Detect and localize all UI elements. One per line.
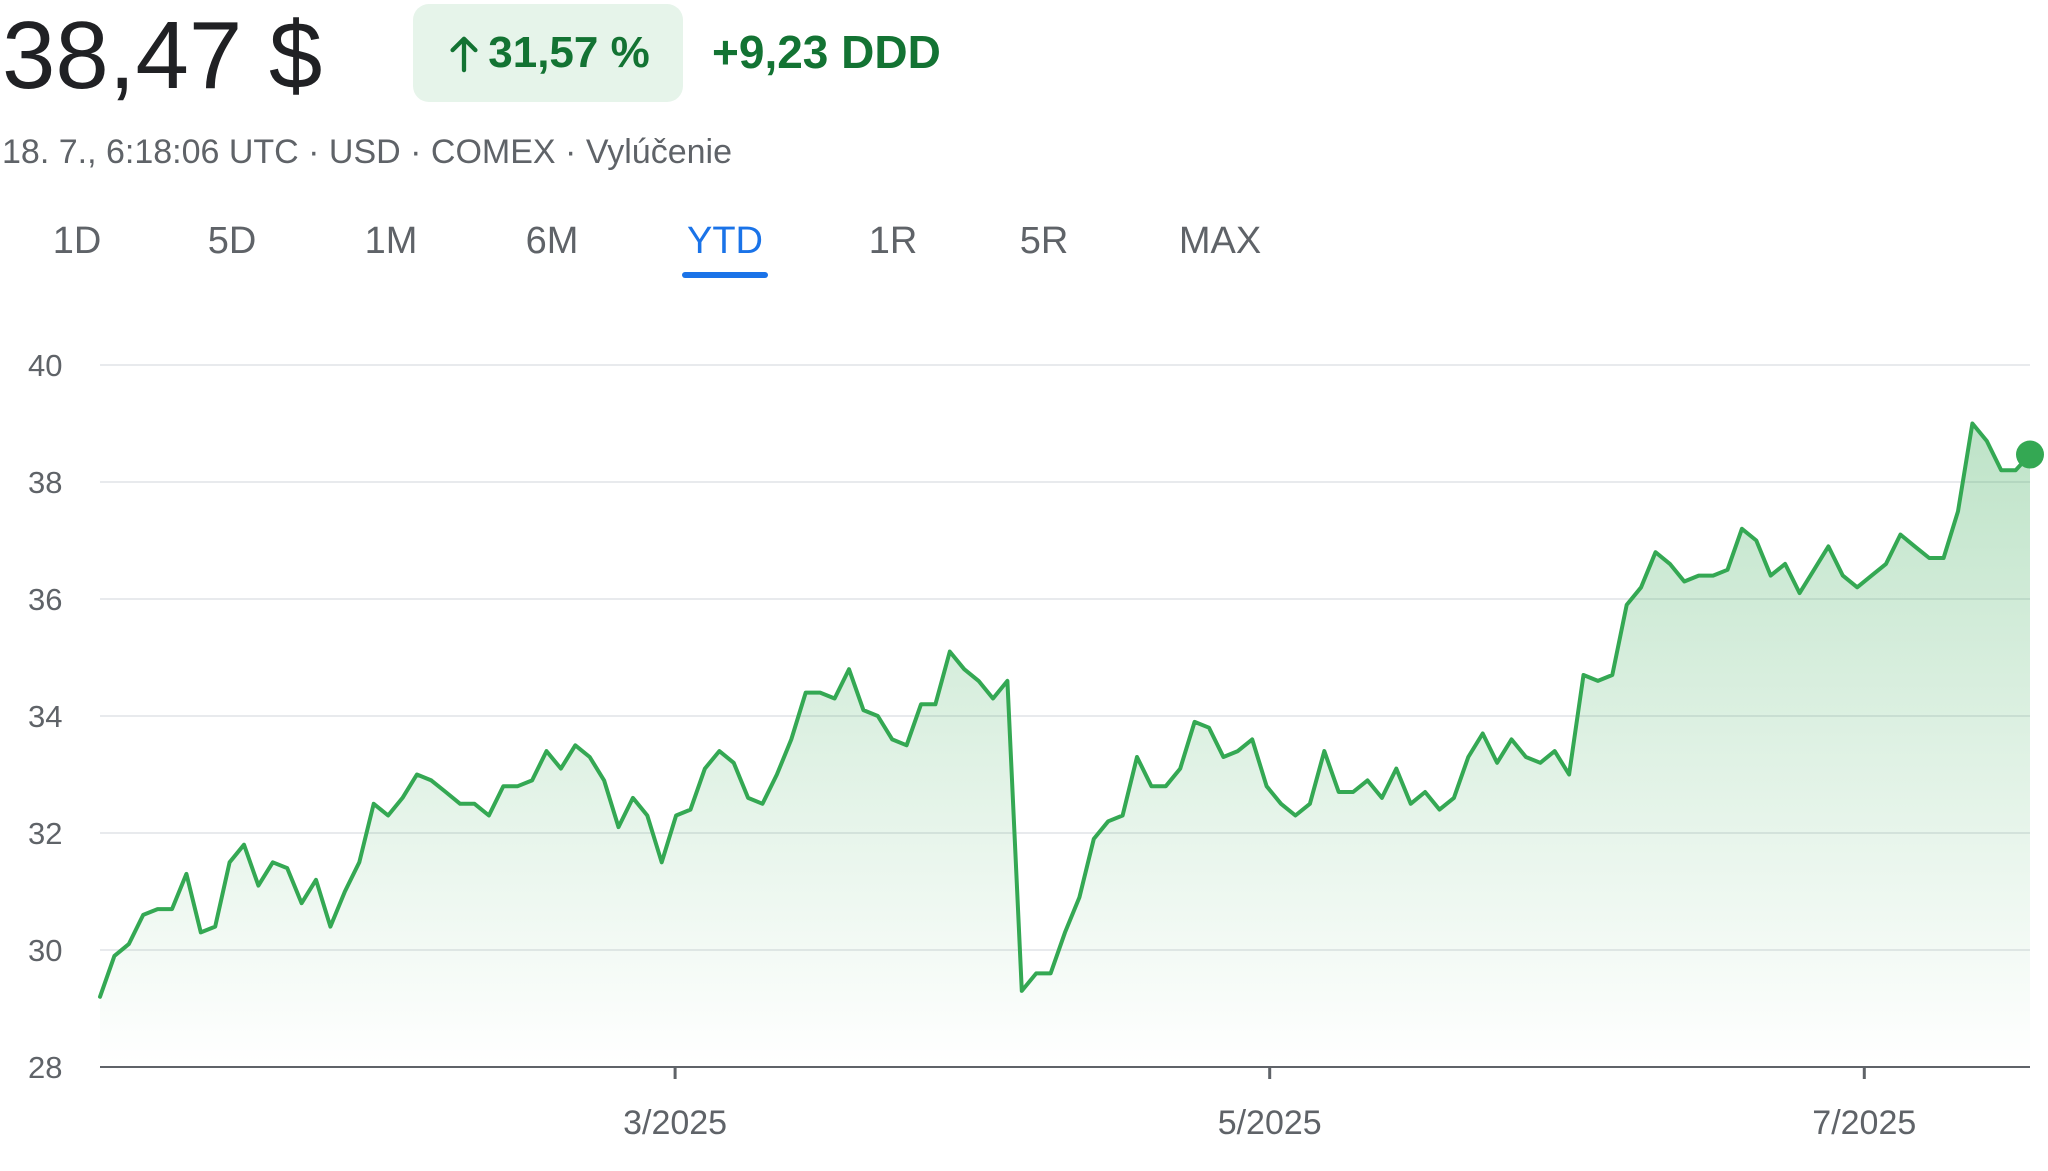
arrow-up-icon	[450, 36, 478, 73]
last-price-dot	[2016, 440, 2044, 469]
tab-1m[interactable]: 1M	[358, 216, 424, 266]
price-chart[interactable]: 28 30 32 34 36 38 40 3/2025 5/2025 7/2025	[0, 300, 2048, 1171]
price-area-fill	[100, 423, 2030, 1067]
change-absolute: +9,23 DDD	[712, 26, 941, 78]
tab-label: YTD	[687, 220, 763, 262]
y-tick-label: 36	[28, 582, 62, 617]
active-tab-indicator	[682, 272, 768, 278]
tab-ytd[interactable]: YTD	[682, 216, 768, 278]
tab-5d[interactable]: 5D	[200, 216, 264, 266]
tab-1r[interactable]: 1R	[868, 216, 918, 266]
y-tick-label: 34	[28, 699, 62, 734]
current-price: 38,47 $	[2, 2, 323, 109]
quote-meta: 18. 7., 6:18:06 UTC · USD · COMEX · Vylú…	[2, 133, 732, 171]
x-tick-label: 5/2025	[1218, 1104, 1322, 1142]
tab-label: 1D	[52, 220, 102, 262]
y-tick-label: 30	[28, 933, 62, 968]
tab-label: 1R	[868, 220, 918, 262]
change-percent-badge: 31,57 %	[413, 4, 683, 102]
x-tick-label: 3/2025	[623, 1104, 727, 1142]
tab-6m[interactable]: 6M	[518, 216, 586, 266]
y-tick-label: 28	[28, 1050, 62, 1085]
y-tick-label: 32	[28, 816, 62, 851]
tab-max[interactable]: MAX	[1170, 216, 1270, 266]
tab-label: 5D	[207, 220, 257, 262]
tab-label: MAX	[1178, 220, 1262, 262]
change-percent-value: 31,57 %	[488, 28, 650, 77]
tab-1d[interactable]: 1D	[52, 216, 102, 266]
tab-label: 5R	[1019, 220, 1069, 262]
tab-5r[interactable]: 5R	[1016, 216, 1072, 266]
y-tick-label: 40	[28, 348, 62, 383]
x-tick-label: 7/2025	[1812, 1104, 1916, 1142]
tab-label: 6M	[525, 220, 579, 262]
y-tick-label: 38	[28, 465, 62, 500]
tab-label: 1M	[364, 220, 418, 262]
